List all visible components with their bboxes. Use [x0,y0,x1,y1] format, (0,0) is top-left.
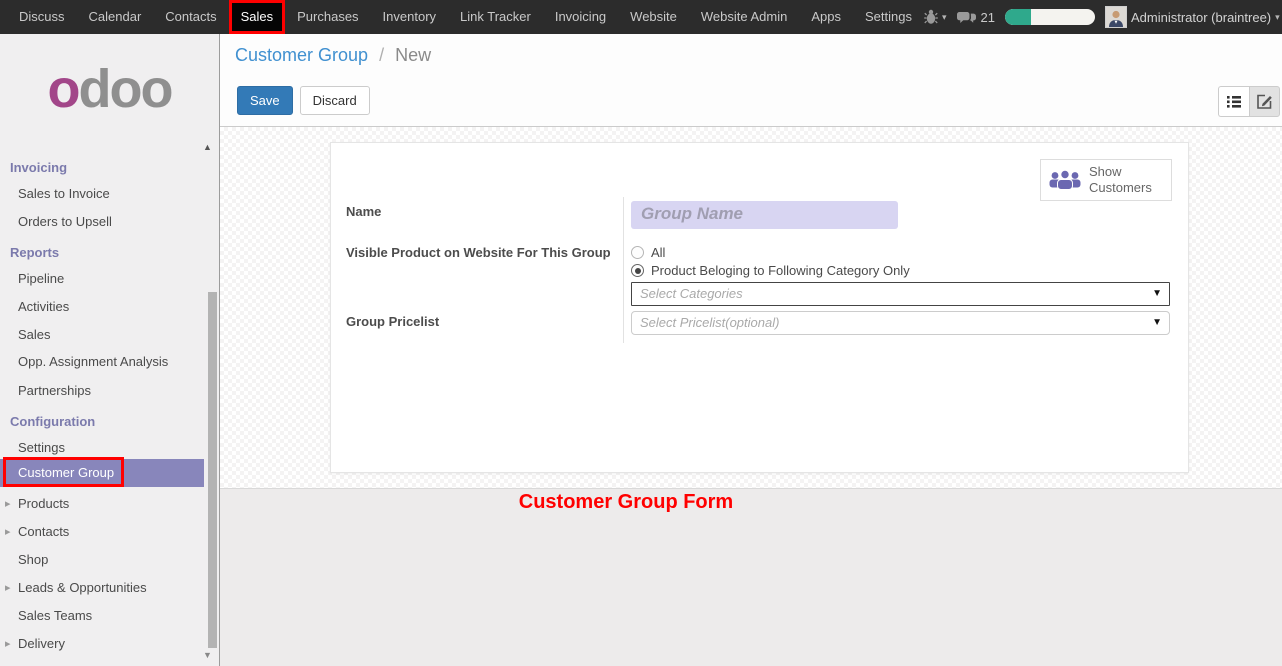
radio-option-category-label: Product Beloging to Following Category O… [651,263,910,278]
breadcrumb: Customer Group / New [235,45,431,66]
dropdown-arrow-icon: ▼ [1152,312,1162,334]
highlight-box [3,457,124,487]
radio-checked-icon[interactable] [631,264,644,277]
top-nav-bar: Discuss Calendar Contacts Sales Purchase… [0,0,1282,34]
user-menu[interactable]: Administrator (braintree) ▾ [1105,6,1280,28]
sidebar-item-settings[interactable]: Settings [0,438,204,458]
sidebar: odoo ▲ Invoicing Sales to Invoice Orders… [0,34,220,666]
app-menu: Discuss Calendar Contacts Sales Purchase… [0,0,924,34]
nav-invoicing[interactable]: Invoicing [543,0,618,34]
label-column-separator [623,197,624,343]
save-button[interactable]: Save [237,86,293,115]
discard-button[interactable]: Discard [300,86,370,115]
nav-calendar[interactable]: Calendar [77,0,154,34]
sidebar-item-label: Products [18,496,69,511]
sidebar-section-invoicing: Invoicing [0,158,204,178]
breadcrumb-parent-link[interactable]: Customer Group [235,45,368,65]
nav-apps[interactable]: Apps [799,0,853,34]
sidebar-item-contacts[interactable]: ▸ Contacts [0,522,204,542]
sidebar-item-label: Leads & Opportunities [18,580,147,595]
nav-website[interactable]: Website [618,0,689,34]
sidebar-section-reports: Reports [0,243,204,263]
sidebar-item-sales-to-invoice[interactable]: Sales to Invoice [0,184,204,204]
chevron-right-icon: ▸ [5,634,11,654]
sidebar-item-opp-assignment-analysis[interactable]: Opp. Assignment Analysis [0,352,204,372]
show-customers-button[interactable]: Show Customers [1040,159,1172,201]
progress-fill [1005,9,1031,25]
sidebar-item-products[interactable]: ▸ Products [0,494,204,514]
view-switcher [1218,86,1280,117]
main-area: Customer Group / New Save Discard [220,34,1282,666]
pricelist-select[interactable]: Select Pricelist(optional) ▼ [631,311,1170,335]
edit-icon [1256,93,1273,110]
categories-select-placeholder: Select Categories [640,286,743,301]
name-field-label: Name [346,204,381,219]
chat-bubbles-icon [957,10,977,25]
topbar-systray: ▾ 21 Administrator (braintree) ▾ [924,6,1282,28]
scroll-up-arrow[interactable]: ▲ [203,142,212,152]
nav-inventory[interactable]: Inventory [371,0,448,34]
chevron-right-icon: ▸ [5,578,11,598]
sidebar-item-sales-teams[interactable]: Sales Teams [0,606,204,626]
sidebar-scrollbar-thumb[interactable] [208,292,217,648]
list-icon [1226,94,1242,109]
record-buttons: Save Discard [237,86,370,115]
nav-website-admin[interactable]: Website Admin [689,0,799,34]
sidebar-item-orders-to-upsell[interactable]: Orders to Upsell [0,212,204,232]
nav-purchases[interactable]: Purchases [285,0,370,34]
form-sheet-background: Show Customers Name Visible Product on W… [220,127,1282,488]
sidebar-item-partnerships[interactable]: Partnerships [0,381,204,401]
caret-down-icon: ▾ [942,12,947,23]
sidebar-item-label: Delivery [18,636,65,651]
radio-option-category[interactable]: Product Beloging to Following Category O… [631,263,910,278]
sidebar-item-label: Contacts [18,524,69,539]
nav-discuss[interactable]: Discuss [7,0,77,34]
radio-unchecked-icon[interactable] [631,246,644,259]
dropdown-arrow-icon: ▼ [1152,283,1162,305]
sidebar-item-leads-opportunities[interactable]: ▸ Leads & Opportunities [0,578,204,598]
sidebar-item-activities[interactable]: Activities [0,297,204,317]
pricelist-select-placeholder: Select Pricelist(optional) [640,315,779,330]
debug-menu[interactable]: ▾ [924,9,947,25]
below-sheet-area: Customer Group Form [220,488,1282,666]
odoo-logo[interactable]: odoo [0,62,219,116]
messages-indicator[interactable]: 21 [957,10,995,25]
control-panel: Customer Group / New Save Discard [220,34,1282,127]
chevron-right-icon: ▸ [5,522,11,542]
bug-icon [924,9,938,25]
breadcrumb-current: New [395,45,431,65]
group-name-input[interactable] [631,201,898,229]
list-view-button[interactable] [1218,86,1249,117]
sidebar-section-configuration: Configuration [0,412,204,432]
caret-down-icon: ▾ [1275,12,1280,23]
annotation-caption: Customer Group Form [220,491,1032,514]
categories-select[interactable]: Select Categories ▼ [631,282,1170,306]
message-count: 21 [981,10,995,25]
customers-group-icon [1049,169,1081,192]
sidebar-item-pipeline[interactable]: Pipeline [0,269,204,289]
sidebar-item-shop[interactable]: Shop [0,550,204,570]
visible-product-field-label: Visible Product on Website For This Grou… [346,245,611,260]
breadcrumb-separator: / [379,45,384,65]
chevron-right-icon: ▸ [5,494,11,514]
sidebar-item-delivery[interactable]: ▸ Delivery [0,634,204,654]
nav-link-tracker[interactable]: Link Tracker [448,0,543,34]
odoo-app-window: Discuss Calendar Contacts Sales Purchase… [0,0,1282,666]
progress-pill [1005,9,1095,25]
customer-group-form: Show Customers Name Visible Product on W… [330,142,1189,473]
nav-contacts[interactable]: Contacts [153,0,228,34]
avatar [1105,6,1127,28]
radio-option-all-label: All [651,245,665,260]
show-customers-label: Show Customers [1089,164,1159,197]
username: Administrator (braintree) [1131,10,1271,25]
sidebar-item-customer-group[interactable]: Customer Group [0,459,204,487]
scroll-down-arrow[interactable]: ▼ [203,650,212,660]
group-pricelist-field-label: Group Pricelist [346,314,439,329]
sidebar-item-sales[interactable]: Sales [0,325,204,345]
nav-settings[interactable]: Settings [853,0,924,34]
radio-option-all[interactable]: All [631,245,665,260]
form-view-button[interactable] [1249,86,1280,117]
nav-sales-active[interactable]: Sales [229,0,286,34]
